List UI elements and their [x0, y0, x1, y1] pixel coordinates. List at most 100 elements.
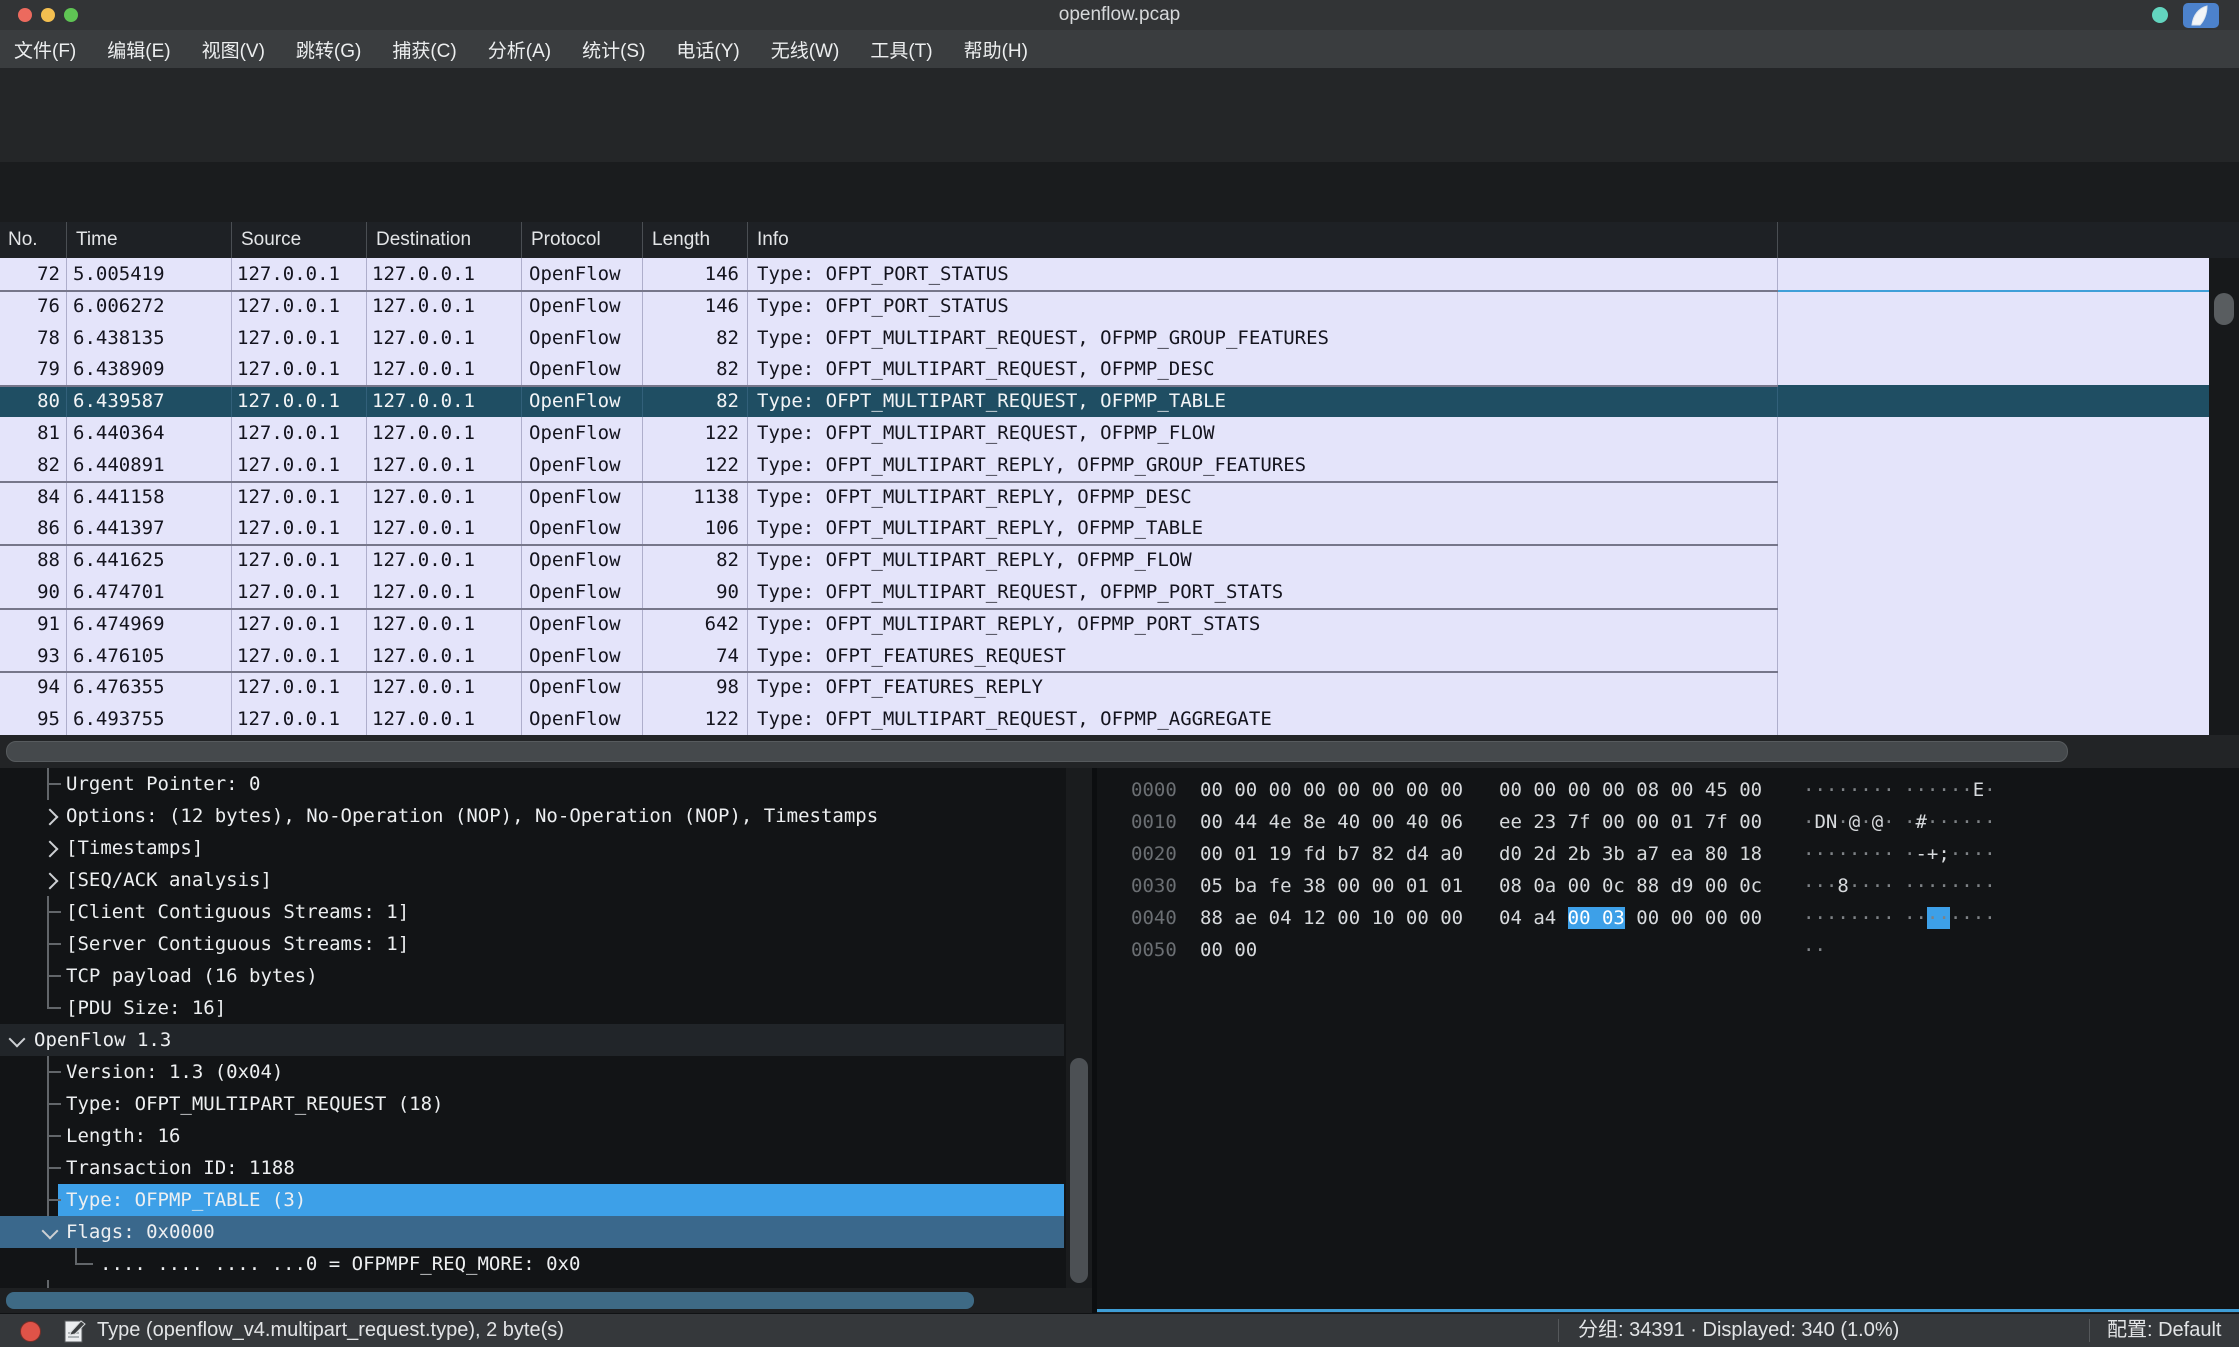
packet-row-94[interactable]: 946.476355127.0.0.1127.0.0.1OpenFlow98Ty…	[0, 671, 2209, 703]
menu-item-3[interactable]: 跳转(G)	[296, 36, 361, 63]
cell-dst: 127.0.0.1	[367, 417, 522, 449]
tree-row-label: Transaction ID: 1188	[66, 1152, 295, 1184]
packet-row-95[interactable]: 956.493755127.0.0.1127.0.0.1OpenFlow122T…	[0, 703, 2209, 735]
packet-row-93[interactable]: 936.476105127.0.0.1127.0.0.1OpenFlow74Ty…	[0, 640, 2209, 672]
packet-list-hscrollbar[interactable]	[0, 735, 2239, 768]
tree-row[interactable]: [PDU Size: 16]	[0, 992, 1092, 1024]
tree-branch-line	[47, 992, 49, 1008]
column-header-length[interactable]: Length	[643, 222, 748, 258]
tree-row[interactable]: Length: 16	[0, 1120, 1092, 1152]
packet-row-80[interactable]: 806.439587127.0.0.1127.0.0.1OpenFlow82Ty…	[0, 385, 2209, 417]
menu-item-5[interactable]: 分析(A)	[488, 36, 551, 63]
cell-no: 78	[0, 322, 67, 354]
hex-row-0000[interactable]: 000000 00 00 00 00 00 00 0000 00 00 00 0…	[1131, 774, 1996, 806]
menu-item-0[interactable]: 文件(F)	[14, 36, 76, 63]
expand-chevron-icon[interactable]	[42, 809, 59, 826]
packet-row-78[interactable]: 786.438135127.0.0.1127.0.0.1OpenFlow82Ty…	[0, 322, 2209, 354]
cell-len: 122	[643, 449, 748, 481]
menu-item-2[interactable]: 视图(V)	[202, 36, 265, 63]
packet-row-82[interactable]: 826.440891127.0.0.1127.0.0.1OpenFlow122T…	[0, 449, 2209, 481]
tree-row[interactable]: [Client Contiguous Streams: 1]	[0, 896, 1092, 928]
menu-item-8[interactable]: 无线(W)	[771, 36, 840, 63]
hex-bytes: 88 ae 04 12 00 10 00 00	[1200, 902, 1499, 934]
ascii-column: ···8····	[1803, 870, 1904, 902]
tree-row-label: .... .... .... ...0 = OFPMPF_REQ_MORE: 0…	[100, 1248, 580, 1280]
hex-row-0030[interactable]: 003005 ba fe 38 00 00 01 0108 0a 00 0c 8…	[1131, 870, 1996, 902]
tree-row[interactable]: OpenFlow 1.3	[0, 1024, 1092, 1056]
packet-row-84[interactable]: 846.441158127.0.0.1127.0.0.1OpenFlow1138…	[0, 481, 2209, 513]
column-header-protocol[interactable]: Protocol	[522, 222, 643, 258]
packet-row-91[interactable]: 916.474969127.0.0.1127.0.0.1OpenFlow642T…	[0, 608, 2209, 640]
cell-time: 6.440364	[67, 417, 232, 449]
hex-row-0020[interactable]: 002000 01 19 fd b7 82 d4 a0d0 2d 2b 3b a…	[1131, 838, 1996, 870]
cell-time: 6.441625	[67, 544, 232, 576]
expand-chevron-icon[interactable]	[42, 841, 59, 858]
hex-row-0050[interactable]: 005000 00··	[1131, 934, 1904, 966]
cell-no: 81	[0, 417, 67, 449]
packet-list-header[interactable]: No.TimeSourceDestinationProtocolLengthIn…	[0, 222, 2239, 258]
tree-row-label: [PDU Size: 16]	[66, 992, 226, 1024]
tree-row[interactable]: Transaction ID: 1188	[0, 1152, 1092, 1184]
hex-offset: 0000	[1131, 774, 1200, 806]
cell-fill	[1778, 703, 2209, 735]
cell-info: Type: OFPT_MULTIPART_REPLY, OFPMP_TABLE	[748, 512, 1778, 544]
cell-dst: 127.0.0.1	[367, 608, 522, 640]
packet-row-86[interactable]: 866.441397127.0.0.1127.0.0.1OpenFlow106T…	[0, 512, 2209, 544]
expert-info-icon[interactable]	[20, 1321, 41, 1342]
cell-src: 127.0.0.1	[232, 671, 367, 703]
ascii-column: ·-+;····	[1904, 843, 1996, 865]
expand-chevron-icon[interactable]	[42, 873, 59, 890]
tree-row-label: Options: (12 bytes), No-Operation (NOP),…	[66, 800, 878, 832]
column-header-time[interactable]: Time	[67, 222, 232, 258]
column-header-source[interactable]: Source	[232, 222, 367, 258]
tree-branch-line	[47, 1135, 61, 1137]
tree-row[interactable]: Type: OFPMP_TABLE (3)	[0, 1184, 1092, 1216]
packet-row-79[interactable]: 796.438909127.0.0.1127.0.0.1OpenFlow82Ty…	[0, 353, 2209, 385]
tree-row[interactable]: .... .... .... ...0 = OFPMPF_REQ_MORE: 0…	[0, 1248, 1092, 1280]
cell-proto: OpenFlow	[522, 385, 643, 417]
detail-vscrollbar[interactable]	[1066, 768, 1092, 1288]
tree-row[interactable]: [Server Contiguous Streams: 1]	[0, 928, 1092, 960]
packet-row-76[interactable]: 766.006272127.0.0.1127.0.0.1OpenFlow146T…	[0, 290, 2209, 322]
column-header-no[interactable]: No.	[0, 222, 67, 258]
tree-row[interactable]: Urgent Pointer: 0	[0, 768, 1092, 800]
tree-row[interactable]: Type: OFPT_MULTIPART_REQUEST (18)	[0, 1088, 1092, 1120]
cell-fill	[1778, 512, 2209, 544]
packet-row-72[interactable]: 725.005419127.0.0.1127.0.0.1OpenFlow146T…	[0, 258, 2209, 290]
tree-row[interactable]: Flags: 0x0000	[0, 1216, 1092, 1248]
menu-item-1[interactable]: 编辑(E)	[107, 36, 170, 63]
hex-row-0040[interactable]: 004088 ae 04 12 00 10 00 0004 a4 00 03 0…	[1131, 902, 1996, 934]
cell-src: 127.0.0.1	[232, 608, 367, 640]
hex-row-0010[interactable]: 001000 44 4e 8e 40 00 40 06ee 23 7f 00 0…	[1131, 806, 1996, 838]
scrollbar-thumb[interactable]	[2214, 293, 2234, 325]
tree-row[interactable]: TCP payload (16 bytes)	[0, 960, 1092, 992]
scrollbar-thumb[interactable]	[6, 1292, 974, 1309]
status-profile[interactable]: 配置: Default	[2107, 1314, 2221, 1347]
packet-row-90[interactable]: 906.474701127.0.0.1127.0.0.1OpenFlow90Ty…	[0, 576, 2209, 608]
packet-row-81[interactable]: 816.440364127.0.0.1127.0.0.1OpenFlow122T…	[0, 417, 2209, 449]
detail-hscrollbar[interactable]	[0, 1288, 1092, 1313]
tree-row[interactable]: Version: 1.3 (0x04)	[0, 1056, 1092, 1088]
tree-branch-line	[75, 1263, 93, 1265]
menu-item-7[interactable]: 电话(Y)	[676, 36, 739, 63]
menu-item-6[interactable]: 统计(S)	[582, 36, 645, 63]
capture-comment-icon[interactable]	[62, 1318, 88, 1347]
scrollbar-thumb[interactable]	[1070, 1058, 1088, 1283]
hex-offset: 0040	[1131, 902, 1200, 934]
cell-proto: OpenFlow	[522, 576, 643, 608]
packet-row-88[interactable]: 886.441625127.0.0.1127.0.0.1OpenFlow82Ty…	[0, 544, 2209, 576]
tree-row[interactable]: [SEQ/ACK analysis]	[0, 864, 1092, 896]
cell-fill	[1778, 640, 2209, 672]
column-header-info[interactable]: Info	[748, 222, 1778, 258]
tree-row[interactable]: Options: (12 bytes), No-Operation (NOP),…	[0, 800, 1092, 832]
scrollbar-thumb[interactable]	[6, 741, 2068, 762]
menu-item-4[interactable]: 捕获(C)	[392, 36, 456, 63]
menu-item-9[interactable]: 工具(T)	[870, 36, 932, 63]
tree-row[interactable]: [Timestamps]	[0, 832, 1092, 864]
column-header-destination[interactable]: Destination	[367, 222, 522, 258]
packet-list-vscrollbar[interactable]	[2209, 258, 2239, 735]
menu-item-10[interactable]: 帮助(H)	[964, 36, 1028, 63]
tree-row[interactable]: Pad: 00000000	[0, 1280, 1092, 1288]
menubar: 文件(F) 编辑(E) 视图(V) 跳转(G) 捕获(C) 分析(A) 统计(S) 电话(Y)…	[0, 30, 2239, 68]
cell-no: 80	[0, 385, 67, 417]
